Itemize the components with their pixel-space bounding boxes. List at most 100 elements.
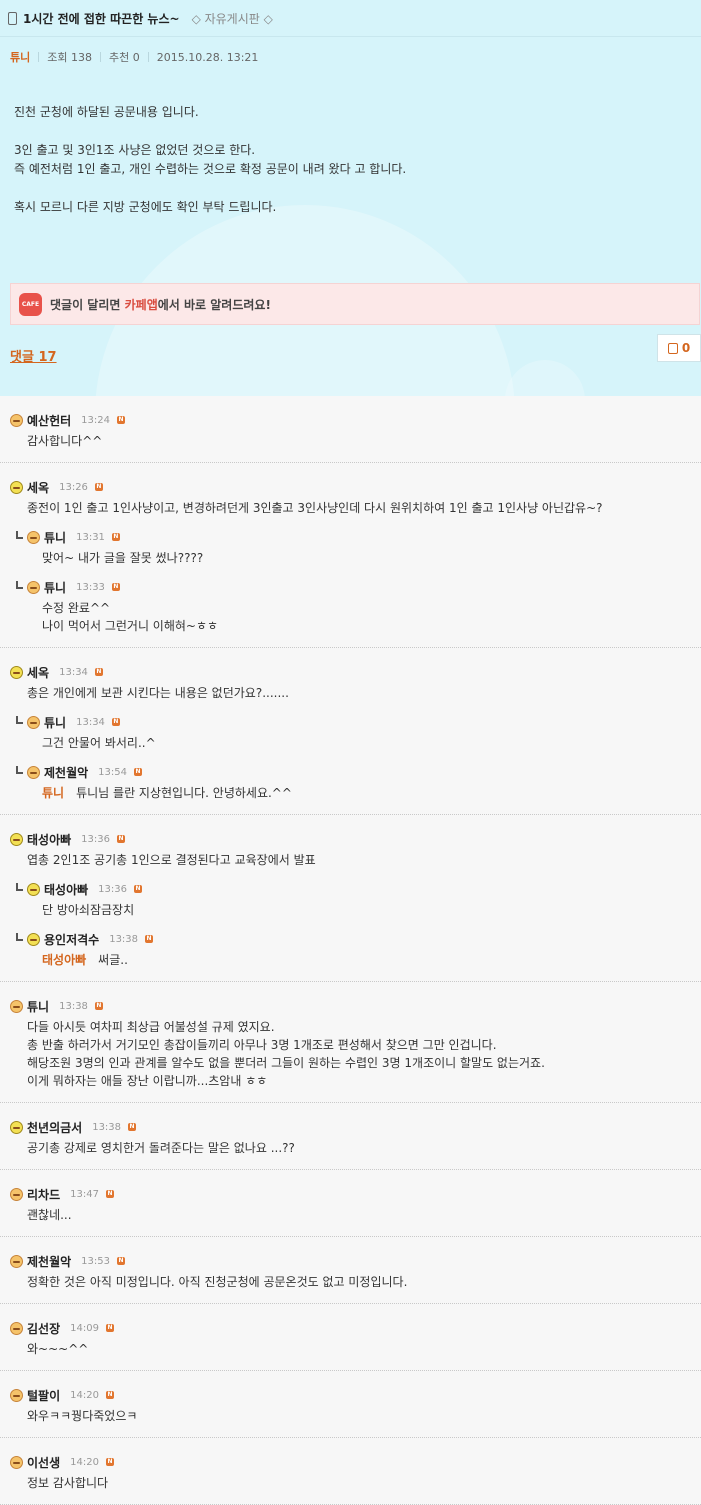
comment-time: 14:20	[70, 1456, 99, 1468]
comment-text: 정확한 것은 아직 미정입니다. 아직 진청군청에 공문온것도 없고 미정입니다…	[10, 1273, 701, 1291]
comment-header: 털팔이 14:20 N	[10, 1387, 701, 1403]
commenter-name[interactable]: 이선생	[27, 1454, 60, 1471]
post-header-area: 1시간 전에 접한 따끈한 뉴스~ ◇ 자유게시판 ◇ 튜니 조회 138 추천…	[0, 0, 701, 396]
comment-line: 총 반출 하러가서 거기모인 총잡이들끼리 아무나 3명 1개조로 편성해서 찾…	[27, 1036, 701, 1054]
commenter-name[interactable]: 튜니	[44, 529, 66, 546]
new-badge-icon: N	[94, 1002, 103, 1010]
divider	[99, 52, 101, 62]
comment-text: 그건 안물어 봐서리..^	[16, 734, 701, 752]
board-link[interactable]: ◇ 자유게시판 ◇	[192, 10, 273, 27]
reply-comment: 제천월악 13:54 N 튜니 튜니님 를란 지상현입니다. 안녕하세요.^^	[0, 764, 701, 802]
comment-header: 세옥 13:34 N	[10, 664, 701, 680]
commenter-name[interactable]: 세옥	[27, 664, 49, 681]
comment-line-text: 총 반출 하러가서 거기모인 총잡이들끼리 아무나 3명 1개조로 편성해서 찾…	[27, 1038, 497, 1052]
comment: 털팔이 14:20 N 와우ㅋㅋ꿩다죽었으ㅋ	[0, 1387, 701, 1425]
comment-time: 13:34	[76, 716, 105, 728]
commenter-name[interactable]: 태성아빠	[27, 831, 71, 848]
like-button[interactable]: 0	[657, 334, 701, 362]
member-level-icon	[10, 1120, 23, 1134]
reply-arrow-icon	[16, 716, 23, 724]
commenter-name[interactable]: 김선장	[27, 1320, 60, 1337]
mention-name[interactable]: 튜니	[42, 786, 64, 800]
comment: 세옥 13:26 N 종전이 1인 출고 1인사냥이고, 변경하려던게 3인출고 3인…	[0, 479, 701, 517]
comment-time: 13:53	[81, 1255, 110, 1267]
comment-thread: 세옥 13:26 N 종전이 1인 출고 1인사냥이고, 변경하려던게 3인출고 3인…	[0, 463, 701, 648]
new-badge-icon: N	[105, 1324, 114, 1332]
comment-thread: 제천월악 13:53 N 정확한 것은 아직 미정입니다. 아직 진청군청에 공문온것…	[0, 1237, 701, 1304]
comment-line-text: 해당조원 3명의 인과 관계를 알수도 없을 뿐더러 그들이 원하는 수렵인 3…	[27, 1056, 545, 1070]
cafe-app-banner[interactable]: CAFE 댓글이 달리면 카페앱에서 바로 알려드려요!	[10, 283, 700, 325]
commenter-name[interactable]: 리차드	[27, 1186, 60, 1203]
comment-header: 김선장 14:09 N	[10, 1320, 701, 1336]
comment-header: 천년의금서 13:38 N	[10, 1119, 701, 1135]
member-level-icon	[10, 999, 23, 1013]
comment-line-text: 정보 감사합니다	[27, 1476, 109, 1490]
comment-header: 용인저격수 13:38 N	[16, 931, 701, 947]
post-date: 2015.10.28. 13:21	[156, 50, 259, 64]
comment: 예산헌터 13:24 N 감사합니다^^	[0, 412, 701, 450]
post-text-line: 즉 예전처럼 1인 출고, 개인 수렵하는 것으로 확정 공문이 내려 왔다 고…	[14, 162, 407, 176]
commenter-name[interactable]: 세옥	[27, 479, 49, 496]
comment-line: 단 방아쇠잠금장치	[42, 901, 701, 919]
commenter-name[interactable]: 털팔이	[27, 1387, 60, 1404]
comment-time: 13:38	[59, 1000, 88, 1012]
commenter-name[interactable]: 튜니	[44, 714, 66, 731]
comment-text: 단 방아쇠잠금장치	[16, 901, 701, 919]
comment-thread: 이선생 14:20 N 정보 감사합니다	[0, 1438, 701, 1505]
post-paragraph: 혹시 모르니 다른 지방 군청에도 확인 부탁 드립니다.	[14, 198, 701, 217]
post-title-bar: 1시간 전에 접한 따끈한 뉴스~ ◇ 자유게시판 ◇	[0, 0, 701, 37]
comment-header: 태성아빠 13:36 N	[10, 831, 701, 847]
new-badge-icon: N	[117, 416, 125, 424]
new-badge-icon: N	[117, 1257, 125, 1265]
post-author[interactable]: 튜니	[10, 49, 30, 65]
divider	[147, 52, 149, 62]
comment-line-text: 이게 뭐하자는 애들 장난 이랍니까...츠암내 ㅎㅎ	[27, 1074, 268, 1088]
comment-line: 정확한 것은 아직 미정입니다. 아직 진청군청에 공문온것도 없고 미정입니다…	[27, 1273, 701, 1291]
comment-thread: 태성아빠 13:36 N 엽총 2인1조 공기총 1인으로 결정된다고 교육장에서 발…	[0, 815, 701, 982]
comment-header: 튜니 13:34 N	[16, 714, 701, 730]
mention-name[interactable]: 태성아빠	[42, 953, 86, 967]
commenter-name[interactable]: 제천월악	[44, 764, 88, 781]
comment: 김선장 14:09 N 와~~~^^	[0, 1320, 701, 1358]
commenter-name[interactable]: 태성아빠	[44, 881, 88, 898]
comment-time: 13:36	[98, 883, 127, 895]
comment-line-text: 엽총 2인1조 공기총 1인으로 결정된다고 교육장에서 발표	[27, 853, 316, 867]
comment-header: 리차드 13:47 N	[10, 1186, 701, 1202]
comment: 튜니 13:38 N 다들 아시듯 여차피 최상급 어불성설 규제 였지요. 총 반출 …	[0, 998, 701, 1090]
comment-count-link[interactable]: 댓글 17	[10, 346, 57, 365]
like-count: 0	[681, 341, 691, 355]
new-badge-icon: N	[117, 835, 125, 843]
commenter-name[interactable]: 예산헌터	[27, 412, 71, 429]
commenter-name[interactable]: 튜니	[44, 579, 66, 596]
comment-line: 감사합니다^^	[27, 432, 701, 450]
comment-text: 튜니 튜니님 를란 지상현입니다. 안녕하세요.^^	[16, 784, 701, 802]
comment-line: 해당조원 3명의 인과 관계를 알수도 없을 뿐더러 그들이 원하는 수렵인 3…	[27, 1054, 701, 1072]
comment-text: 감사합니다^^	[10, 432, 701, 450]
post-title[interactable]: 1시간 전에 접한 따끈한 뉴스~	[23, 10, 180, 27]
commenter-name[interactable]: 튜니	[27, 998, 49, 1015]
reply-arrow-icon	[16, 531, 23, 539]
commenter-name[interactable]: 제천월악	[27, 1253, 71, 1270]
comment-text: 와우ㅋㅋ꿩다죽었으ㅋ	[10, 1407, 701, 1425]
comment-time: 13:26	[59, 481, 88, 493]
recommend-count: 추천 0	[108, 51, 140, 64]
commenter-name[interactable]: 용인저격수	[44, 931, 99, 948]
post-paragraph: 진천 군청에 하달된 공문내용 입니다.	[14, 103, 701, 122]
comment-time: 13:34	[59, 666, 88, 678]
comment-line: 총은 개인에게 보관 시킨다는 내용은 없던가요?.......	[27, 684, 701, 702]
comment-text: 엽총 2인1조 공기총 1인으로 결정된다고 교육장에서 발표	[10, 851, 701, 869]
view-count: 조회 138	[47, 51, 92, 64]
cafe-app-icon: CAFE	[19, 292, 42, 316]
member-level-icon	[27, 580, 40, 594]
reply-arrow-icon	[16, 581, 23, 589]
comment: 제천월악 13:53 N 정확한 것은 아직 미정입니다. 아직 진청군청에 공문온것…	[0, 1253, 701, 1291]
reply-arrow-icon	[16, 933, 23, 941]
member-level-icon	[10, 1187, 23, 1201]
commenter-name[interactable]: 천년의금서	[27, 1119, 82, 1136]
comment-header: 제천월악 13:54 N	[16, 764, 701, 780]
new-badge-icon: N	[105, 1391, 114, 1399]
new-badge-icon: N	[105, 1458, 114, 1466]
comment-line: 종전이 1인 출고 1인사냥이고, 변경하려던게 3인출고 3인사냥인데 다시 …	[27, 499, 701, 517]
comment-text: 총은 개인에게 보관 시킨다는 내용은 없던가요?.......	[10, 684, 701, 702]
post-text-line: 진천 군청에 하달된 공문내용 입니다.	[14, 105, 199, 119]
